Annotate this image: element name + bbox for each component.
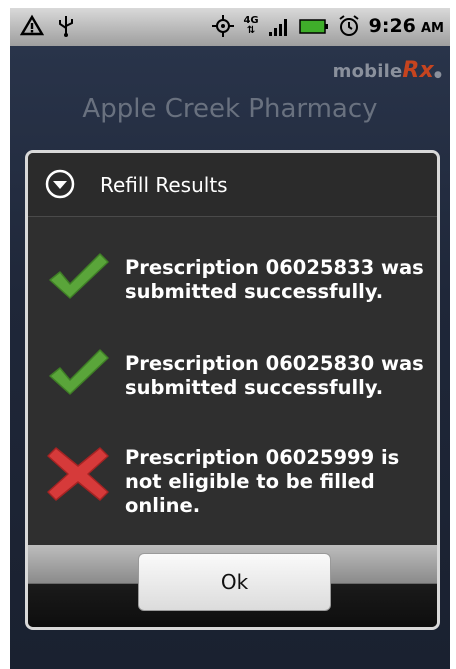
chevron-down-circle-icon [45,169,75,199]
signal-icon [268,19,287,36]
cross-icon [47,447,109,501]
ok-button[interactable]: Ok [138,553,331,611]
pharmacy-title: Apple Creek Pharmacy [82,94,378,124]
status-bar: 4G ⇅ 9:26 AM [10,8,450,46]
result-item: Prescription 06025833 was submitted succ… [28,236,437,326]
battery-icon [298,19,328,34]
dialog-title: Refill Results [100,173,228,197]
dialog-body: Prescription 06025833 was submitted succ… [28,218,437,548]
warning-icon [20,14,44,36]
result-message: Prescription 06025999 is not eligible to… [125,446,400,517]
result-item: Prescription 06025830 was submitted succ… [28,332,437,422]
refill-results-dialog: Refill Results Prescription 06025833 was… [25,150,440,630]
check-icon [49,349,109,395]
clock-am-pm: AM [421,21,444,36]
alarm-icon [339,15,359,36]
clock-time: 9:26 [368,15,416,37]
phone-screen: 4G ⇅ 9:26 AM mobileRx● Apple Creek Pharm… [10,8,450,669]
dialog-footer: Ok [28,545,437,627]
network-label: 4G [243,15,259,26]
result-message: Prescription 06025830 was submitted succ… [125,352,424,399]
check-icon [49,253,109,299]
gps-icon [212,15,235,37]
mobilerx-logo: mobileRx● [332,58,442,83]
logo-prefix: mobile [332,61,403,82]
network-4g-icon: 4G ⇅ [243,15,259,36]
dialog-header: Refill Results [28,153,437,217]
usb-icon [59,16,73,37]
logo-suffix: Rx [402,58,434,83]
result-message: Prescription 06025833 was submitted succ… [125,256,424,303]
result-item: Prescription 06025999 is not eligible to… [28,426,437,517]
